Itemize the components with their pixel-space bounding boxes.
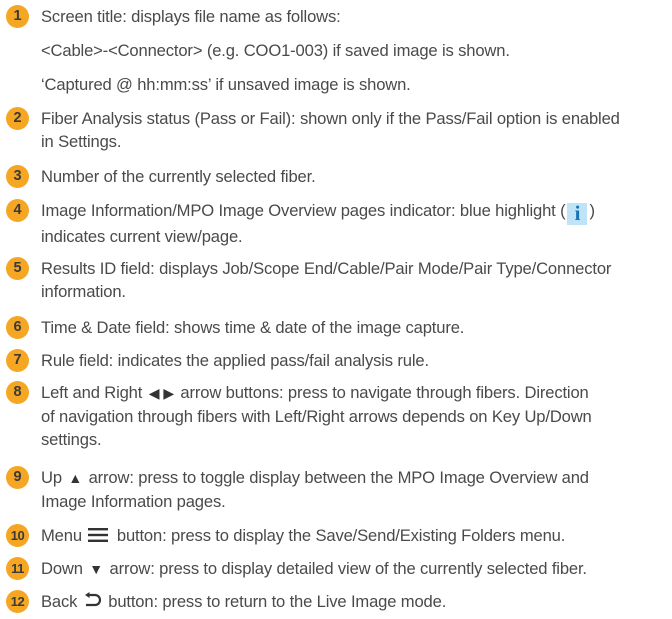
up-arrow-icon: ▲ bbox=[68, 470, 83, 486]
item-text: Back button: press to return to the Live… bbox=[41, 592, 447, 611]
number-badge: 5 bbox=[6, 257, 29, 280]
number-badge: 4 bbox=[6, 199, 29, 222]
down-arrow-icon: ▼ bbox=[89, 561, 104, 577]
item-text: Image Information/MPO Image Overview pag… bbox=[41, 201, 595, 246]
number-badge: 1 bbox=[6, 5, 29, 28]
legend-item-3: 3 Number of the currently selected fiber… bbox=[6, 165, 664, 188]
number-badge: 9 bbox=[6, 466, 29, 489]
item-text: Rule field: indicates the applied pass/f… bbox=[41, 351, 429, 370]
legend-item-8: 8 Left and Right ◀ ▶ arrow buttons: press… bbox=[6, 381, 664, 451]
item-text: Fiber Analysis status (Pass or Fail): sh… bbox=[41, 109, 620, 151]
legend-item-12: 12 Back button: press to return to the L… bbox=[6, 590, 664, 613]
legend-item-11: 11 Down ▼ arrow: press to display detail… bbox=[6, 557, 664, 581]
item-text: Number of the currently selected fiber. bbox=[41, 167, 316, 186]
number-badge: 3 bbox=[6, 165, 29, 188]
item-1-sub-saved: <Cable>-<Connector> (e.g. COO1-003) if s… bbox=[41, 41, 510, 60]
legend-item-9: 9 Up ▲ arrow: press to toggle display be… bbox=[6, 466, 664, 513]
info-icon: i bbox=[567, 202, 588, 225]
number-badge: 8 bbox=[6, 381, 29, 404]
item-text: Results ID field: displays Job/Scope End… bbox=[41, 259, 612, 301]
item-text: Left and Right ◀ ▶ arrow buttons: press t… bbox=[41, 383, 592, 449]
left-arrow-icon: ◀ bbox=[148, 385, 160, 401]
number-badge: 7 bbox=[6, 349, 29, 372]
number-badge: 10 bbox=[6, 524, 29, 547]
menu-icon bbox=[88, 528, 109, 542]
item-text: Time & Date field: shows time & date of … bbox=[41, 318, 465, 337]
legend-item-2: 2 Fiber Analysis status (Pass or Fail): … bbox=[6, 107, 664, 153]
legend-list: 1 Screen title: displays file name as fo… bbox=[0, 0, 672, 619]
legend-item-7: 7 Rule field: indicates the applied pass… bbox=[6, 349, 664, 372]
item-1-sub-unsaved: ‘Captured @ hh:mm:ss’ if unsaved image i… bbox=[41, 75, 411, 94]
number-badge: 6 bbox=[6, 316, 29, 339]
item-text: Down ▼ arrow: press to display detailed … bbox=[41, 559, 587, 578]
back-icon bbox=[84, 592, 101, 607]
legend-item-6: 6 Time & Date field: shows time & date o… bbox=[6, 316, 664, 339]
item-text: Menu button: press to display the Save/S… bbox=[41, 526, 566, 545]
legend-item-1: 1 Screen title: displays file name as fo… bbox=[6, 5, 664, 28]
number-badge: 12 bbox=[6, 590, 29, 613]
right-arrow-icon: ▶ bbox=[163, 385, 174, 401]
legend-item-10: 10 Menu button: press to display the Sav… bbox=[6, 524, 664, 547]
number-badge: 2 bbox=[6, 107, 29, 130]
legend-item-5: 5 Results ID field: displays Job/Scope E… bbox=[6, 257, 664, 303]
item-text: Up ▲ arrow: press to toggle display betw… bbox=[41, 468, 589, 511]
legend-item-4: 4 Image Information/MPO Image Overview p… bbox=[6, 199, 664, 248]
number-badge: 11 bbox=[6, 557, 29, 580]
item-text: Screen title: displays file name as foll… bbox=[41, 7, 341, 26]
